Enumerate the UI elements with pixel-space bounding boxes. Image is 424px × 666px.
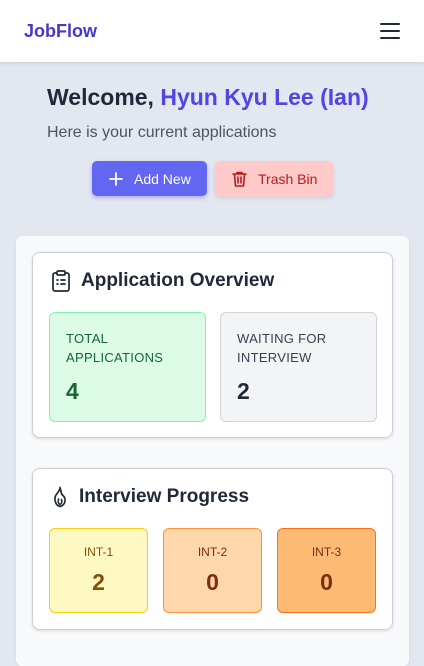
stage-label: INT-3 <box>311 545 342 559</box>
waiting-for-interview-stat[interactable]: Waiting for Interview 2 <box>220 312 377 422</box>
welcome-section: Welcome, Hyun Kyu Lee (Ian) Here is your… <box>0 84 424 142</box>
stat-label: Waiting for Interview <box>237 331 327 365</box>
brand-logo[interactable]: JobFlow <box>24 21 97 42</box>
int-2-stage[interactable]: INT-2 0 <box>163 528 262 613</box>
navbar: JobFlow <box>0 0 424 62</box>
user-name: Hyun Kyu Lee (Ian) <box>160 84 369 110</box>
stage-label: INT-1 <box>83 545 114 559</box>
welcome-prefix: Welcome, <box>47 84 161 110</box>
stat-value: 4 <box>66 378 79 404</box>
hamburger-menu-icon[interactable] <box>380 23 400 39</box>
dashboard-panel: Application Overview Total Applications … <box>16 236 409 666</box>
int-3-stage[interactable]: INT-3 0 <box>277 528 376 613</box>
trash-bin-label: Trash Bin <box>258 170 318 187</box>
overview-title: Application Overview <box>81 270 275 291</box>
plus-icon <box>109 171 123 186</box>
stage-label: INT-2 <box>197 545 228 559</box>
stage-count: 2 <box>92 569 105 595</box>
progress-title: Interview Progress <box>79 486 250 507</box>
int-1-stage[interactable]: INT-1 2 <box>49 528 148 613</box>
stage-count: 0 <box>320 569 333 595</box>
interview-progress-card: Interview Progress INT-1 2 INT-2 0 INT-3… <box>32 468 393 630</box>
trash-bin-button[interactable]: Trash Bin <box>215 161 333 196</box>
progress-header: Interview Progress <box>51 486 249 508</box>
stat-value: 2 <box>237 378 250 404</box>
welcome-heading: Welcome, Hyun Kyu Lee (Ian) <box>47 84 424 111</box>
application-overview-card: Application Overview Total Applications … <box>32 252 393 438</box>
flame-icon <box>54 486 66 508</box>
action-buttons: Add New Trash Bin <box>92 161 333 196</box>
stat-label: Total Applications <box>66 331 164 365</box>
add-new-label: Add New <box>134 170 191 187</box>
clipboard-list-icon <box>52 270 70 292</box>
stage-count: 0 <box>206 569 219 595</box>
trash-icon <box>232 171 247 187</box>
total-applications-stat[interactable]: Total Applications 4 <box>49 312 206 422</box>
welcome-subtitle: Here is your current applications <box>47 124 277 141</box>
add-new-button[interactable]: Add New <box>92 161 207 196</box>
overview-header: Application Overview <box>51 270 274 292</box>
